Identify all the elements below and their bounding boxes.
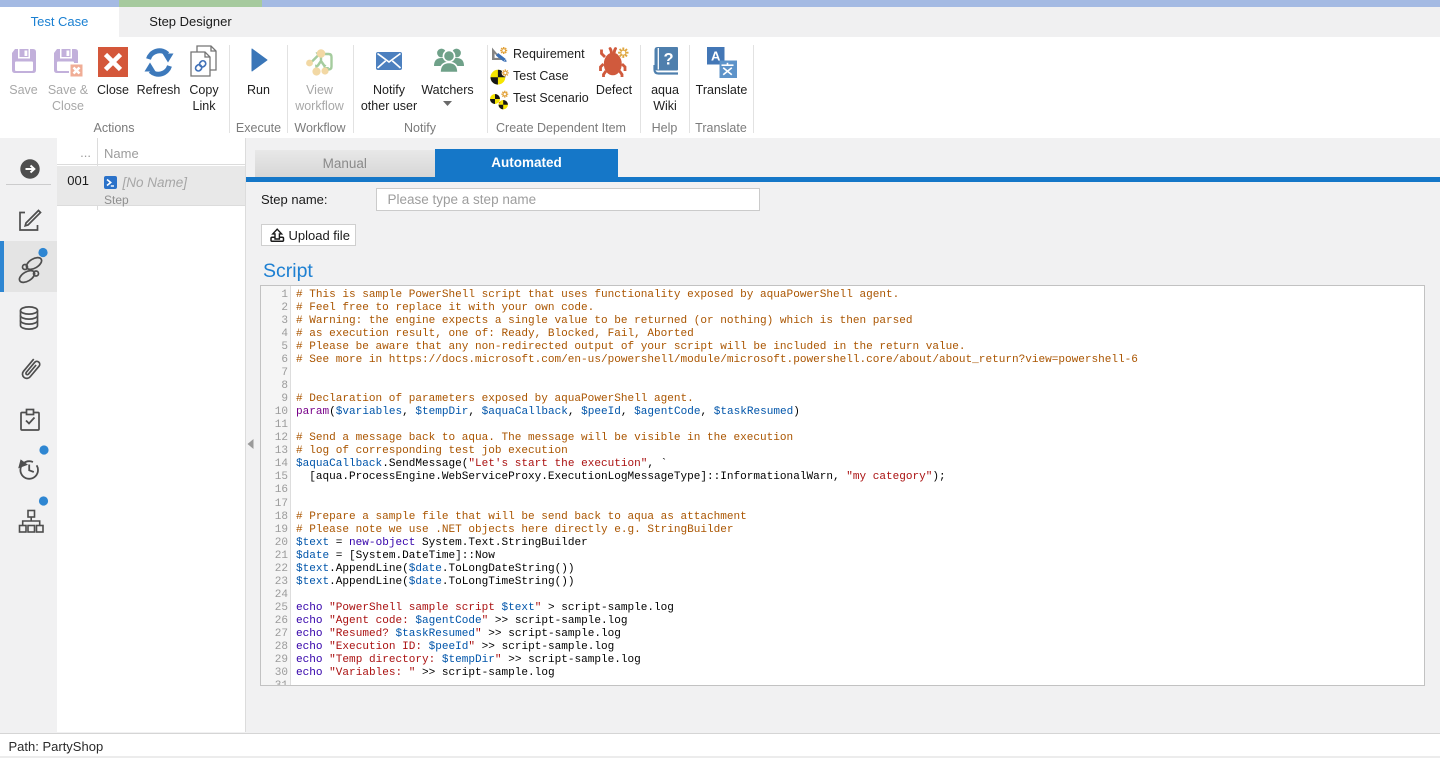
- svg-text:?: ?: [663, 51, 673, 69]
